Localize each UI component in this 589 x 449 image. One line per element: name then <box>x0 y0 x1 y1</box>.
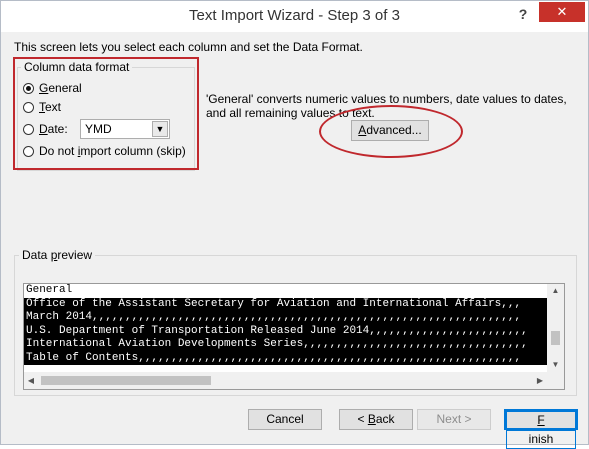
back-button[interactable]: < Back <box>339 409 413 430</box>
radio-skip-column[interactable]: Do not import column (skip) <box>23 143 186 159</box>
scroll-right-arrow-icon[interactable]: ▶ <box>533 372 547 389</box>
next-button: Next > <box>417 409 491 430</box>
preview-row: Table of Contents,,,,,,,,,,,,,,,,,,,,,,,… <box>24 351 547 365</box>
radio-button-icon[interactable] <box>23 145 34 157</box>
preview-row: U.S. Department of Transportation Releas… <box>24 324 547 338</box>
help-button[interactable]: ? <box>509 3 537 27</box>
radio-date[interactable]: Date: <box>23 121 68 137</box>
radio-button-icon[interactable] <box>23 101 34 113</box>
preview-lines: General Office of the Assistant Secretar… <box>24 284 547 371</box>
radio-text[interactable]: Text <box>23 99 61 115</box>
radio-date-label: Date: <box>39 122 68 136</box>
date-format-select[interactable]: YMD ▼ <box>80 119 170 139</box>
horizontal-scroll-thumb[interactable] <box>41 376 211 385</box>
preview-column-header[interactable]: General <box>24 284 547 298</box>
data-preview-group: Data preview General Office of the Assis… <box>14 248 577 396</box>
radio-general[interactable]: General <box>23 80 82 96</box>
vertical-scroll-thumb[interactable] <box>551 331 560 345</box>
radio-general-label: General <box>39 81 82 95</box>
radio-button-icon[interactable] <box>23 82 34 94</box>
data-preview-pane[interactable]: General Office of the Assistant Secretar… <box>23 283 565 390</box>
window-title: Text Import Wizard - Step 3 of 3 <box>189 7 400 24</box>
data-preview-legend: Data preview <box>19 248 96 262</box>
highlight-ellipse-annotation <box>319 105 463 158</box>
scroll-down-arrow-icon[interactable]: ▼ <box>547 358 564 372</box>
scroll-left-arrow-icon[interactable]: ◀ <box>24 372 38 389</box>
intro-text: This screen lets you select each column … <box>14 40 363 54</box>
date-format-value: YMD <box>85 122 112 136</box>
title-bar[interactable]: Text Import Wizard - Step 3 of 3 ? ✕ <box>1 1 588 32</box>
close-button[interactable]: ✕ <box>539 2 585 22</box>
finish-button[interactable]: Finish <box>504 409 578 449</box>
preview-row: Office of the Assistant Secretary for Av… <box>24 297 547 311</box>
radio-button-icon[interactable] <box>23 123 34 135</box>
text-import-wizard-window: Text Import Wizard - Step 3 of 3 ? ✕ Thi… <box>0 0 589 449</box>
horizontal-scrollbar[interactable]: ◀ ▶ <box>24 372 564 389</box>
scroll-up-arrow-icon[interactable]: ▲ <box>547 284 564 298</box>
radio-text-label: Text <box>39 100 62 114</box>
preview-row: International Aviation Developments Seri… <box>24 338 547 352</box>
cancel-button[interactable]: Cancel <box>248 409 322 430</box>
radio-skip-label: Do not import column (skip) <box>39 144 186 158</box>
chevron-down-icon[interactable]: ▼ <box>152 121 168 137</box>
preview-row: March 2014,,,,,,,,,,,,,,,,,,,,,,,,,,,,,,… <box>24 311 547 325</box>
vertical-scrollbar[interactable]: ▲ ▼ <box>547 284 564 372</box>
